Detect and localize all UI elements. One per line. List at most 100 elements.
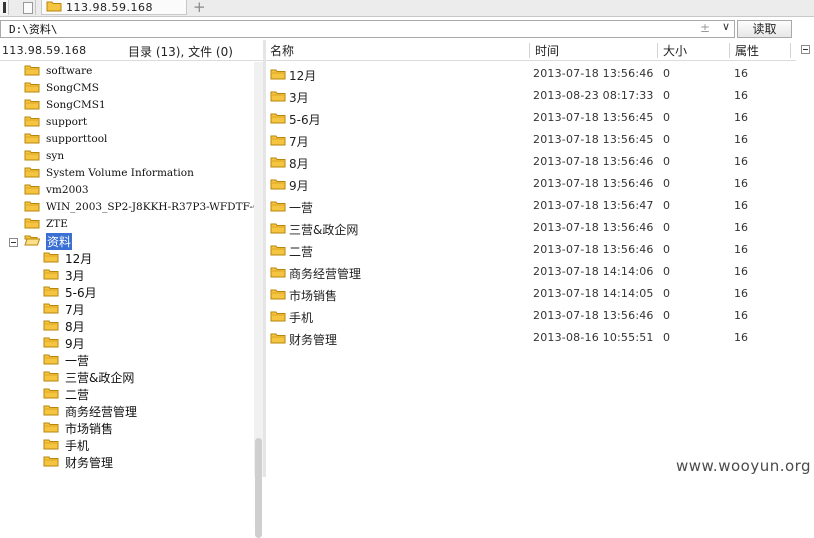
file-row[interactable]: 市场销售 2013-07-18 14:14:05 0 16 — [266, 284, 796, 304]
file-time: 2013-07-18 13:56:46 — [533, 177, 654, 190]
folder-icon — [24, 64, 40, 79]
tree-item[interactable]: SongCMS1 — [24, 97, 106, 113]
file-size: 0 — [663, 133, 670, 146]
column-divider[interactable] — [729, 43, 730, 58]
tree-item-label: 三营&政企网 — [65, 370, 135, 385]
scrollbar-thumb[interactable] — [255, 438, 262, 538]
watermark: www.wooyun.org — [676, 457, 812, 475]
tree-item-label: software — [46, 65, 93, 77]
column-header-name[interactable]: 名称 — [270, 43, 294, 59]
file-row[interactable]: 一营 2013-07-18 13:56:47 0 16 — [266, 196, 796, 216]
file-name: 8月 — [289, 157, 309, 171]
add-tab-button[interactable]: + — [193, 0, 206, 16]
tree-item[interactable]: 5-6月 — [43, 284, 97, 300]
path-input[interactable] — [1, 22, 699, 36]
file-name: 商务经营管理 — [289, 267, 362, 281]
host-label: 113.98.59.168 — [2, 44, 87, 57]
tree-item[interactable]: 三营&政企网 — [43, 369, 134, 385]
file-time: 2013-07-18 13:56:46 — [533, 155, 654, 168]
tree-item[interactable]: 商务经营管理 — [43, 403, 137, 419]
file-row[interactable]: 三营&政企网 2013-07-18 13:56:46 0 16 — [266, 218, 796, 238]
file-list-header: 名称 时间 大小 属性 — [266, 41, 796, 61]
folder-icon — [24, 200, 40, 215]
folder-icon — [270, 332, 286, 347]
file-size: 0 — [663, 199, 670, 212]
tab-label: 113.98.59.168 — [66, 0, 153, 14]
file-row[interactable]: 手机 2013-07-18 13:56:46 0 16 — [266, 306, 796, 326]
folder-icon — [270, 288, 286, 303]
column-divider[interactable] — [790, 43, 791, 58]
chevron-down-icon[interactable]: ∨ — [722, 20, 730, 33]
folder-icon — [270, 112, 286, 127]
file-row[interactable]: 8月 2013-07-18 13:56:46 0 16 — [266, 152, 796, 172]
tree-item[interactable]: 二营 — [43, 386, 89, 402]
file-row[interactable]: 财务管理 2013-08-16 10:55:51 0 16 — [266, 328, 796, 348]
file-row[interactable]: 商务经营管理 2013-07-18 14:14:06 0 16 — [266, 262, 796, 282]
file-row[interactable]: 3月 2013-08-23 08:17:33 0 16 — [266, 86, 796, 106]
file-name-cell: 二营 — [270, 243, 313, 260]
tree-item[interactable]: 7月 — [43, 301, 85, 317]
read-button[interactable]: 读取 — [737, 20, 792, 38]
column-divider[interactable] — [657, 43, 658, 58]
folder-icon — [43, 438, 59, 453]
tree-scrollbar[interactable] — [254, 62, 263, 538]
tab-host[interactable]: 113.98.59.168 — [41, 0, 187, 15]
tree-item[interactable]: 12月 — [43, 250, 92, 266]
column-header-time[interactable]: 时间 — [535, 43, 559, 59]
tree-item[interactable]: 9月 — [43, 335, 85, 351]
tree-item[interactable]: 财务管理 — [43, 454, 113, 470]
file-name: 12月 — [289, 69, 317, 83]
file-row[interactable]: 12月 2013-07-18 13:56:46 0 16 — [266, 64, 796, 84]
tree-item[interactable]: vm2003 — [24, 182, 89, 198]
file-size: 0 — [663, 89, 670, 102]
column-divider[interactable] — [529, 43, 530, 58]
tree-item-label: 3月 — [65, 268, 85, 283]
folder-icon — [270, 310, 286, 325]
folder-icon — [46, 0, 62, 15]
tree-item[interactable]: software — [24, 63, 92, 79]
file-name: 5-6月 — [289, 113, 321, 127]
folder-icon — [43, 302, 59, 317]
folder-icon — [43, 370, 59, 385]
file-attr: 16 — [734, 331, 748, 344]
folder-icon — [24, 183, 40, 198]
tree-item[interactable]: 8月 — [43, 318, 85, 334]
file-row[interactable]: 5-6月 2013-07-18 13:56:45 0 16 — [266, 108, 796, 128]
plus-minus-icon[interactable]: ± — [700, 21, 710, 35]
tree-item[interactable]: 3月 — [43, 267, 85, 283]
column-header-size[interactable]: 大小 — [663, 43, 687, 59]
folder-icon — [270, 200, 286, 215]
tree-item-label: 5-6月 — [65, 285, 97, 300]
tree-item[interactable]: SongCMS — [24, 80, 99, 96]
file-attr: 16 — [734, 111, 748, 124]
file-row[interactable]: 9月 2013-07-18 13:56:46 0 16 — [266, 174, 796, 194]
tree-collapse-toggle[interactable] — [9, 238, 18, 247]
tree-item-label: vm2003 — [46, 184, 89, 196]
tab-menu-button[interactable] — [0, 0, 9, 15]
folder-icon — [43, 421, 59, 436]
file-time: 2013-07-18 14:14:06 — [533, 265, 654, 278]
tree-item[interactable]: 一营 — [43, 352, 89, 368]
folder-icon — [24, 115, 40, 130]
tree-item[interactable]: support — [24, 114, 87, 130]
tree-item[interactable]: syn — [24, 148, 64, 164]
column-header-attr[interactable]: 属性 — [735, 43, 759, 59]
tree-item[interactable]: WIN_2003_SP2-J8KKH-R37P3-WFDTF-CG68 — [24, 199, 254, 215]
folder-tree: software SongCMS SongCMS1 support supporttoo… — [0, 62, 254, 477]
tree-item[interactable]: 市场销售 — [43, 420, 113, 436]
file-row[interactable]: 二营 2013-07-18 13:56:46 0 16 — [266, 240, 796, 260]
file-attr: 16 — [734, 287, 748, 300]
tree-item[interactable]: 手机 — [43, 437, 89, 453]
tree-item-label: 7月 — [65, 302, 85, 317]
tree-item[interactable]: System Volume Information — [24, 165, 194, 181]
tree-item[interactable]: supporttool — [24, 131, 107, 147]
panel-collapse-toggle[interactable] — [801, 45, 810, 54]
tree-item[interactable]: 资料 — [24, 232, 73, 250]
tab-new-window-button[interactable] — [20, 0, 36, 15]
file-name-cell: 手机 — [270, 309, 313, 326]
file-size: 0 — [663, 221, 670, 234]
folder-icon — [43, 353, 59, 368]
tree-item[interactable]: ZTE — [24, 216, 68, 232]
folder-icon — [24, 166, 40, 181]
file-row[interactable]: 7月 2013-07-18 13:56:45 0 16 — [266, 130, 796, 150]
